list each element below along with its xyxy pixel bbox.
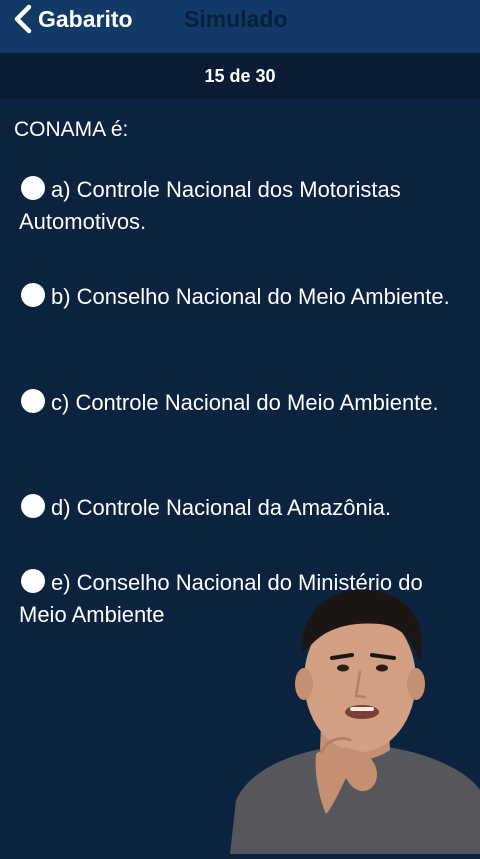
page-title: Simulado bbox=[184, 6, 288, 32]
radio-unselected-icon[interactable] bbox=[21, 283, 45, 307]
question-counter: 15 de 30 bbox=[204, 65, 276, 86]
option-d[interactable]: d) Controle Nacional da Amazônia. bbox=[19, 492, 469, 524]
question-progress-bar: 15 de 30 bbox=[0, 53, 480, 99]
option-label: c) Controle Nacional do Meio Ambiente. bbox=[51, 390, 439, 415]
option-label: a) Controle Nacional dos Motoristas Auto… bbox=[19, 177, 401, 234]
option-label: d) Controle Nacional da Amazônia. bbox=[51, 495, 391, 520]
back-label: Gabarito bbox=[38, 5, 133, 32]
radio-unselected-icon[interactable] bbox=[21, 569, 45, 593]
chevron-left-icon bbox=[12, 4, 34, 34]
option-b[interactable]: b) Conselho Nacional do Meio Ambiente. bbox=[19, 281, 469, 313]
presenter-video-overlay bbox=[230, 580, 480, 854]
option-a[interactable]: a) Controle Nacional dos Motoristas Auto… bbox=[19, 174, 469, 238]
question-text: CONAMA é: bbox=[14, 118, 129, 141]
radio-unselected-icon[interactable] bbox=[21, 389, 45, 413]
radio-unselected-icon[interactable] bbox=[21, 176, 45, 200]
navigation-bar: Gabarito Simulado bbox=[0, 0, 480, 53]
option-c[interactable]: c) Controle Nacional do Meio Ambiente. bbox=[19, 387, 469, 419]
option-label: b) Conselho Nacional do Meio Ambiente. bbox=[51, 284, 450, 309]
radio-unselected-icon[interactable] bbox=[21, 494, 45, 518]
back-button[interactable]: Gabarito bbox=[12, 4, 133, 34]
